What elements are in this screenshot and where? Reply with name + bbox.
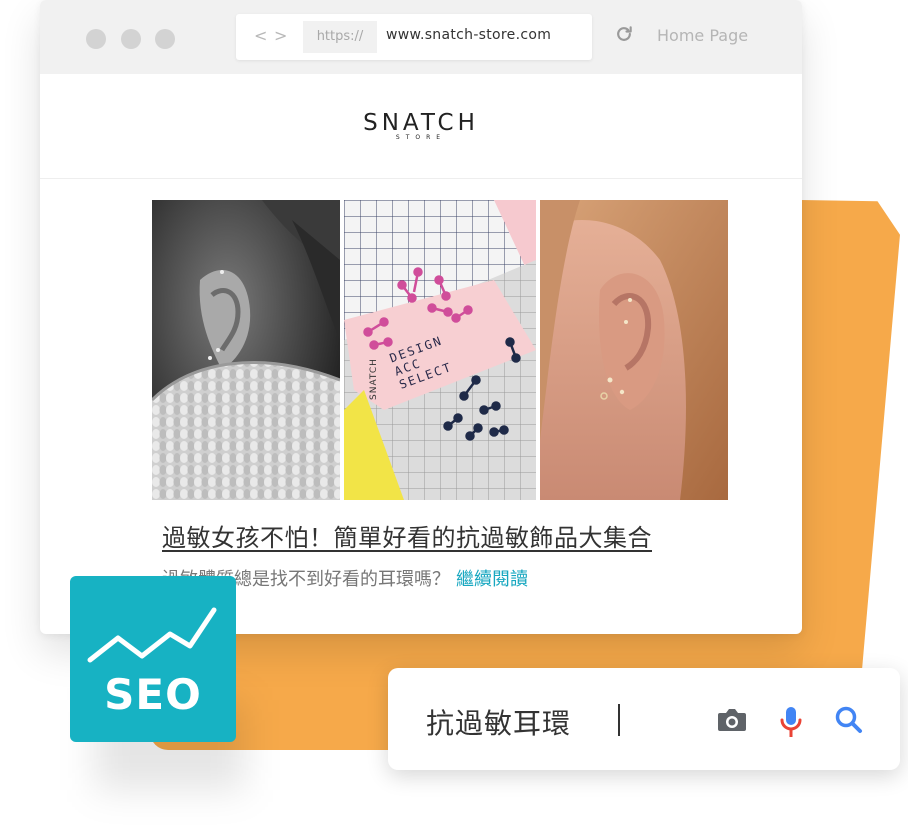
card-text-snatch: SNATCH bbox=[369, 358, 379, 400]
camera-icon[interactable] bbox=[716, 705, 748, 735]
back-icon[interactable]: < bbox=[254, 26, 267, 45]
photo-ear-bw bbox=[152, 200, 340, 500]
site-logo[interactable]: SNATCH STORE bbox=[40, 110, 802, 141]
seo-label: SEO bbox=[104, 670, 202, 719]
photo-ear-color bbox=[540, 200, 728, 500]
window-dot-maximize[interactable] bbox=[155, 29, 175, 49]
chart-line-icon bbox=[87, 607, 217, 663]
browser-window: < > https:// www.snatch-store.com Home P… bbox=[40, 0, 802, 634]
search-box[interactable]: 抗過敏耳環 bbox=[388, 668, 900, 770]
home-page-link[interactable]: Home Page bbox=[657, 26, 748, 45]
read-more-link[interactable]: 繼續閱讀 bbox=[456, 569, 528, 590]
browser-titlebar: < > https:// www.snatch-store.com Home P… bbox=[40, 0, 802, 74]
url-text[interactable]: www.snatch-store.com bbox=[386, 27, 551, 43]
reload-icon[interactable] bbox=[614, 24, 634, 44]
photo-earring-card: SNATCH DESIGN ACC SELECT bbox=[344, 200, 536, 500]
microphone-icon[interactable] bbox=[778, 705, 804, 739]
article-image-collage[interactable]: SNATCH DESIGN ACC SELECT bbox=[152, 200, 728, 500]
logo-sub-text: STORE bbox=[395, 134, 447, 141]
search-icon[interactable] bbox=[834, 705, 864, 735]
address-bar[interactable]: < > https:// www.snatch-store.com bbox=[236, 14, 592, 60]
seo-badge: SEO bbox=[70, 576, 236, 742]
window-dot-close[interactable] bbox=[86, 29, 106, 49]
article-headline[interactable]: 過敏女孩不怕！簡單好看的抗過敏飾品大集合 bbox=[162, 518, 652, 553]
forward-icon[interactable]: > bbox=[274, 26, 287, 45]
url-protocol: https:// bbox=[303, 21, 377, 53]
search-input[interactable]: 抗過敏耳環 bbox=[426, 702, 571, 742]
logo-main-text: SNATCH bbox=[363, 110, 479, 136]
text-caret bbox=[618, 704, 620, 736]
window-dot-minimize[interactable] bbox=[121, 29, 141, 49]
site-header: SNATCH STORE bbox=[40, 74, 802, 179]
